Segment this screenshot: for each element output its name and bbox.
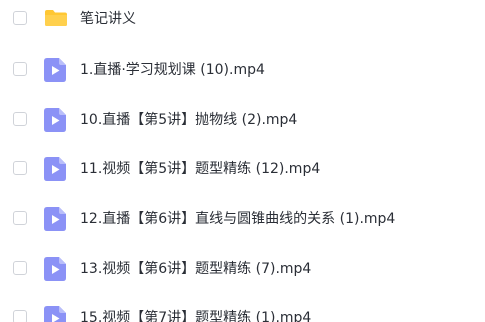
row-checkbox[interactable] bbox=[13, 62, 27, 76]
video-file-icon bbox=[44, 108, 66, 132]
row-checkbox[interactable] bbox=[13, 310, 27, 322]
file-name[interactable]: 1.直播·学习规划课 (10).mp4 bbox=[80, 60, 265, 80]
video-file-icon bbox=[44, 157, 66, 181]
folder-icon bbox=[45, 10, 67, 26]
file-list: 笔记讲义 1.直播·学习规划课 (10).mp4 10.直播【第5讲】抛物线 (… bbox=[0, 0, 485, 322]
video-file-icon bbox=[44, 207, 66, 231]
file-row[interactable]: 1.直播·学习规划课 (10).mp4 bbox=[0, 51, 485, 89]
file-name[interactable]: 15.视频【第7讲】题型精练 (1).mp4 bbox=[80, 308, 311, 322]
row-checkbox[interactable] bbox=[13, 11, 27, 25]
row-checkbox[interactable] bbox=[13, 161, 27, 175]
file-row[interactable]: 10.直播【第5讲】抛物线 (2).mp4 bbox=[0, 101, 485, 139]
file-name[interactable]: 12.直播【第6讲】直线与圆锥曲线的关系 (1).mp4 bbox=[80, 209, 395, 229]
row-checkbox[interactable] bbox=[13, 112, 27, 126]
video-file-icon bbox=[44, 58, 66, 82]
file-row[interactable]: 15.视频【第7讲】题型精练 (1).mp4 bbox=[0, 299, 485, 322]
folder-row[interactable]: 笔记讲义 bbox=[0, 0, 485, 38]
video-file-icon bbox=[44, 257, 66, 281]
file-name[interactable]: 笔记讲义 bbox=[80, 9, 136, 29]
file-row[interactable]: 11.视频【第5讲】题型精练 (12).mp4 bbox=[0, 150, 485, 188]
file-row[interactable]: 12.直播【第6讲】直线与圆锥曲线的关系 (1).mp4 bbox=[0, 200, 485, 238]
file-name[interactable]: 13.视频【第6讲】题型精练 (7).mp4 bbox=[80, 259, 311, 279]
video-file-icon bbox=[44, 306, 66, 322]
file-name[interactable]: 10.直播【第5讲】抛物线 (2).mp4 bbox=[80, 110, 297, 130]
file-name[interactable]: 11.视频【第5讲】题型精练 (12).mp4 bbox=[80, 159, 320, 179]
row-checkbox[interactable] bbox=[13, 211, 27, 225]
file-row[interactable]: 13.视频【第6讲】题型精练 (7).mp4 bbox=[0, 250, 485, 288]
row-checkbox[interactable] bbox=[13, 261, 27, 275]
